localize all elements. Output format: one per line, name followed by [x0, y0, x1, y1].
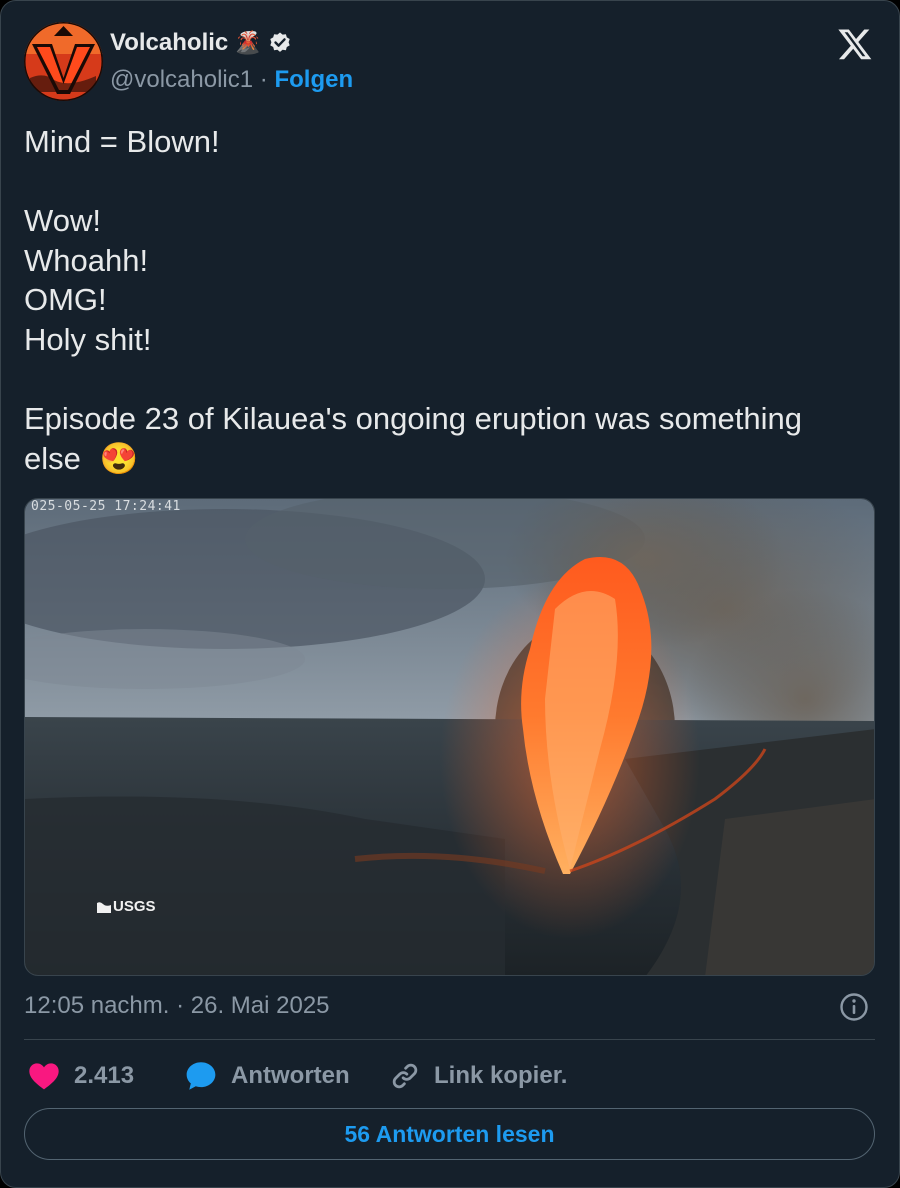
- tweet-line: Mind = Blown!: [24, 124, 220, 159]
- x-logo-icon[interactable]: [837, 26, 873, 62]
- copy-link-label: Link kopier.: [434, 1062, 568, 1089]
- author-handle-row: @volcaholic1 · Folgen: [110, 66, 353, 94]
- divider: [24, 1039, 875, 1040]
- tweet-paragraph-1: Mind = Blown!: [24, 122, 864, 162]
- heart-icon: [28, 1062, 60, 1090]
- like-button[interactable]: 2.413: [28, 1059, 134, 1093]
- author-name-row: Volcaholic 🌋: [110, 29, 292, 57]
- speech-bubble-icon: [185, 1061, 217, 1091]
- reply-label: Antworten: [231, 1062, 350, 1089]
- heart-eyes-emoji: 😍: [99, 440, 139, 476]
- tweet-date[interactable]: 12:05 nachm. · 26. Mai 2025: [24, 992, 330, 1020]
- author-handle[interactable]: @volcaholic1: [110, 66, 253, 93]
- like-count: 2.413: [74, 1062, 135, 1089]
- read-replies-button[interactable]: 56 Antworten lesen: [24, 1108, 875, 1160]
- tweet-media-image[interactable]: 025-05-25 17:24:41 USGS: [24, 498, 875, 976]
- tweet-paragraph-3: Episode 23 of Kilauea's ongoing eruption…: [24, 399, 864, 478]
- volcano-emoji: 🌋: [234, 30, 262, 55]
- tweet-card: Volcaholic 🌋 @volcaholic1 · Folgen Mind …: [0, 0, 900, 1188]
- tweet-line: Holy shit!: [24, 321, 152, 357]
- info-icon[interactable]: [839, 992, 869, 1022]
- read-replies-label: 56 Antworten lesen: [344, 1120, 555, 1147]
- link-icon: [390, 1061, 420, 1091]
- tweet-line: Wow!: [24, 203, 101, 239]
- usgs-label: USGS: [113, 898, 156, 915]
- tweet-line: Episode 23 of Kilauea's ongoing eruption…: [24, 401, 802, 476]
- tweet-paragraph-2: Wow! Whoahh! OMG! Holy shit!: [24, 201, 864, 359]
- copy-link-button[interactable]: Link kopier.: [390, 1059, 567, 1093]
- media-timestamp: 025-05-25 17:24:41: [31, 499, 181, 514]
- follow-button[interactable]: Folgen: [274, 66, 353, 93]
- tweet-line: OMG!: [24, 282, 107, 318]
- usgs-watermark: USGS: [97, 898, 156, 915]
- usgs-logo-icon: [97, 901, 111, 913]
- tweet-line: Whoahh!: [24, 242, 149, 278]
- reply-button[interactable]: Antworten: [185, 1059, 350, 1093]
- tweet-text: Mind = Blown! Wow! Whoahh! OMG! Holy shi…: [24, 122, 864, 478]
- verified-badge-icon: [268, 31, 292, 55]
- avatar[interactable]: [24, 22, 103, 101]
- handle-separator: ·: [259, 66, 268, 93]
- author-name[interactable]: Volcaholic: [110, 29, 228, 57]
